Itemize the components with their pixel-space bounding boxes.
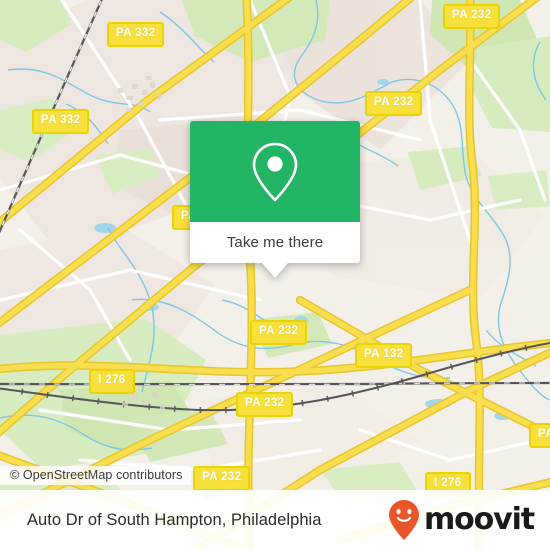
popup-image-area — [190, 121, 360, 222]
road-shield: PA 232 — [193, 466, 251, 491]
location-title: Auto Dr of South Hampton, Philadelphia — [27, 510, 322, 529]
osm-attribution[interactable]: © OpenStreetMap contributors — [0, 466, 191, 485]
moovit-pin-smiley-icon — [388, 500, 419, 540]
map-pin-icon — [252, 142, 298, 201]
moovit-wordmark: moovit — [423, 502, 535, 537]
moovit-logo[interactable]: moovit — [387, 499, 535, 541]
road-shield: PA 332 — [107, 22, 165, 47]
road-shield: I 276 — [89, 369, 135, 394]
road-shield: PA 232 — [529, 423, 550, 448]
map-screenshot: PA 332 PA 232 PA 232 PA 332 PA 232 PA 232 PA 1… — [0, 0, 550, 550]
take-me-there-button[interactable]: Take me there — [190, 222, 360, 263]
road-shield: PA 332 — [32, 109, 90, 134]
road-shield: PA 132 — [355, 343, 413, 368]
road-shield: PA 232 — [443, 4, 501, 29]
popup-pointer — [262, 263, 288, 278]
location-popup-card[interactable]: Take me there — [190, 121, 360, 278]
road-shield: PA 232 — [365, 91, 423, 116]
footer-bar: Auto Dr of South Hampton, Philadelphia m… — [0, 490, 550, 550]
road-shield: PA 232 — [250, 320, 308, 345]
road-shield: PA 232 — [236, 392, 294, 417]
